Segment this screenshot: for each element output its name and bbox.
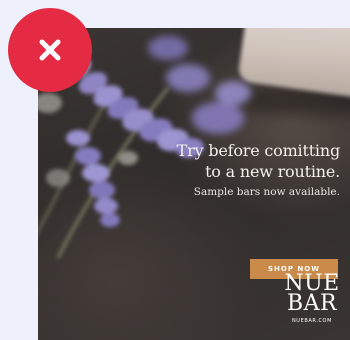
ad-banner[interactable]: Try before comitting to a new routine. S… [38,28,350,340]
ad-headline: Try before comitting to a new routine. [176,140,341,182]
brand-logo-line-2: BAR [286,291,338,316]
ad-copy: Try before comitting to a new routine. S… [176,140,341,198]
brand-logo: NUE BAR NUEBAR.COM [284,273,340,325]
headline-line-2: to a new routine. [205,162,340,181]
headline-line-1: Try before comitting [176,141,341,160]
brand-url: NUEBAR.COM [291,318,333,324]
ad-subline: Sample bars now available. [193,186,340,198]
close-ad-button[interactable] [8,8,92,92]
close-icon [39,39,61,61]
